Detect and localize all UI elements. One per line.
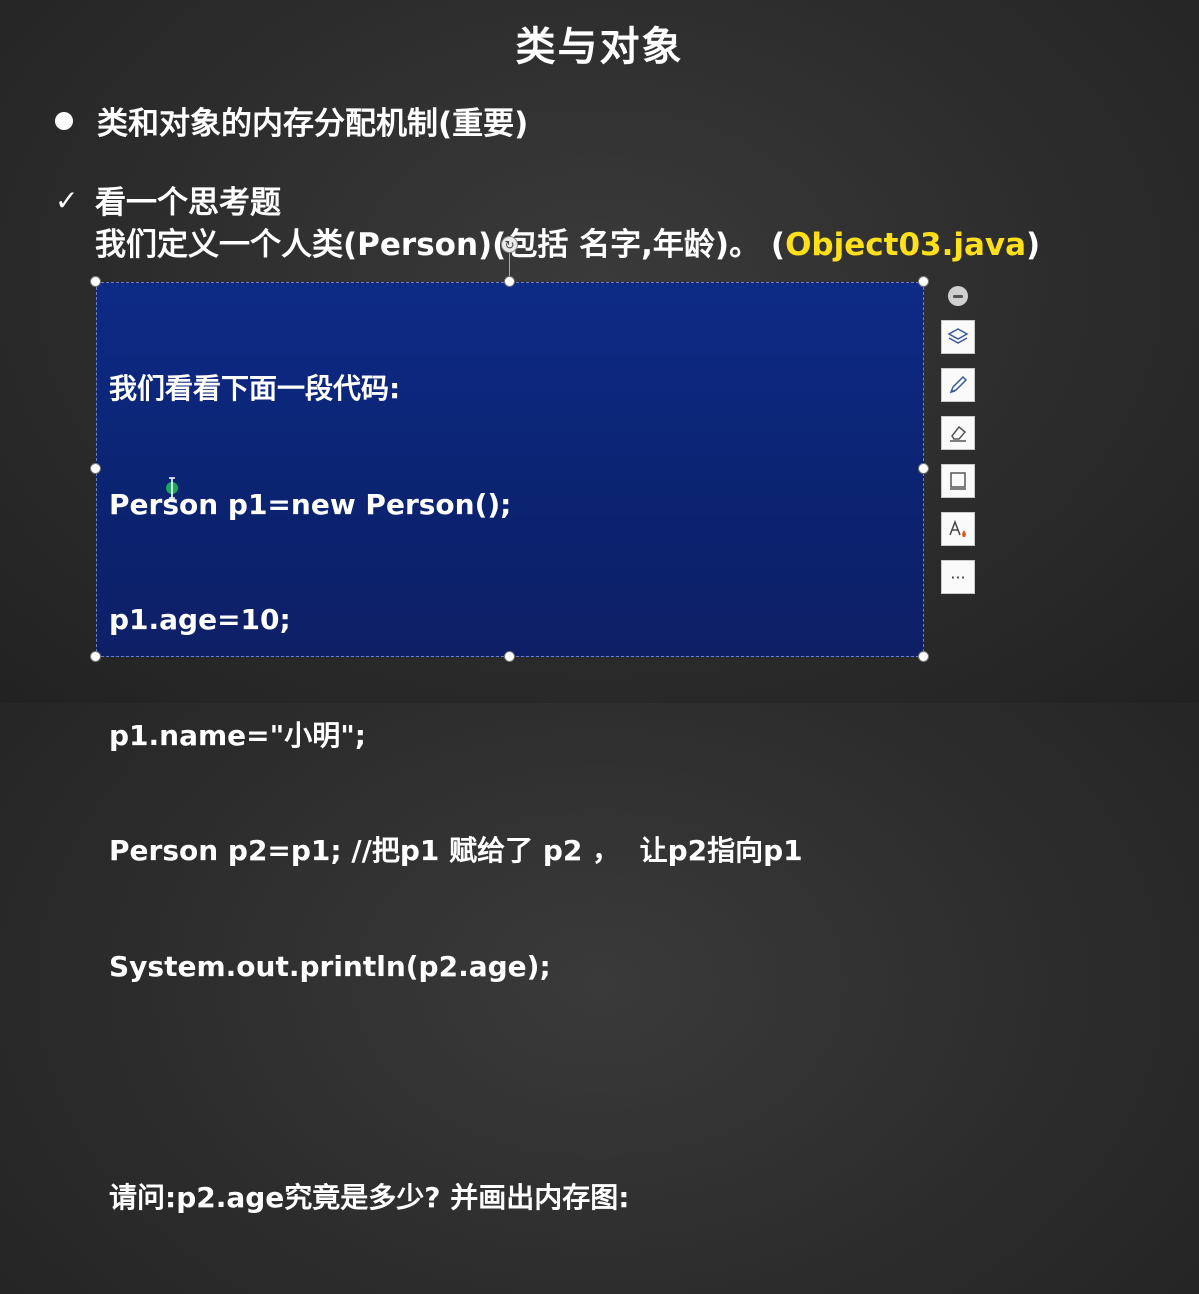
bullet-text: 类和对象的内存分配机制(重要) [97, 106, 529, 142]
bullet-item: 类和对象的内存分配机制(重要) [55, 98, 528, 143]
code-line: ​ [109, 1063, 803, 1102]
frame-icon [950, 472, 966, 490]
collapse-icon[interactable] [948, 286, 968, 306]
slide-title: 类与对象 [515, 24, 684, 70]
resize-handle-bottom-left[interactable] [90, 651, 101, 662]
code-line: 请问:p2.age究竟是多少? 并画出内存图: [109, 1180, 630, 1214]
frame-button[interactable] [941, 464, 975, 498]
more-button[interactable]: ··· [941, 560, 975, 594]
rotate-connector [509, 252, 510, 277]
resize-handle-top-right[interactable] [918, 276, 929, 287]
check-line-1: 看一个思考题 [95, 185, 281, 221]
resize-handle-right[interactable] [918, 463, 929, 474]
text-cursor-icon [163, 475, 185, 505]
more-icon: ··· [950, 567, 966, 587]
bullet-dot [55, 111, 73, 130]
code-line: p1.age=10; [109, 603, 291, 636]
check-line-2-prefix: 我们定义一个人类(Person)(包括 名字,年龄)。 ( [95, 227, 786, 263]
pen-button[interactable] [941, 368, 975, 402]
code-line: System.out.println(p2.age); [109, 949, 551, 983]
code-line: Person p2=p1; //把p1 赋给了 p2 ， 让p2指向p1 [109, 834, 803, 867]
check-item: ✓ 看一个思考题 我们定义一个人类(Person)(包括 名字,年龄)。 (Ob… [55, 182, 1040, 266]
text-format-icon [949, 519, 966, 537]
eraser-button[interactable] [941, 416, 975, 450]
resize-handle-bottom-right[interactable] [918, 651, 929, 662]
code-line: p1.name="小明"; [109, 718, 366, 752]
resize-handle-bottom[interactable] [504, 651, 515, 662]
resize-handle-top[interactable] [504, 276, 515, 287]
resize-handle-left[interactable] [90, 463, 101, 474]
eraser-icon [950, 425, 967, 442]
check-line-2-suffix: ) [1026, 227, 1041, 263]
text-format-button[interactable] [941, 512, 975, 546]
layers-icon [947, 328, 969, 344]
code-text-box[interactable]: 我们看看下面一段代码: Person p1=new Person(); p1.a… [96, 282, 924, 1214]
resize-handle-top-left[interactable] [90, 276, 101, 287]
check-line-2: 我们定义一个人类(Person)(包括 名字,年龄)。 (Object03.ja… [95, 224, 1040, 266]
layers-button[interactable] [941, 320, 975, 354]
file-name-highlight: Object03.java [785, 227, 1027, 263]
code-line: Person p1=new Person(); [109, 487, 512, 521]
rotate-handle-icon[interactable]: ↻ [501, 236, 518, 253]
code-line: 我们看看下面一段代码: [109, 372, 401, 405]
check-mark-icon: ✓ [55, 184, 79, 217]
code-lines: 我们看看下面一段代码: Person p1=new Person(); p1.a… [109, 293, 803, 1294]
pen-icon [949, 375, 968, 394]
check-text: 看一个思考题 我们定义一个人类(Person)(包括 名字,年龄)。 (Obje… [95, 182, 1040, 266]
